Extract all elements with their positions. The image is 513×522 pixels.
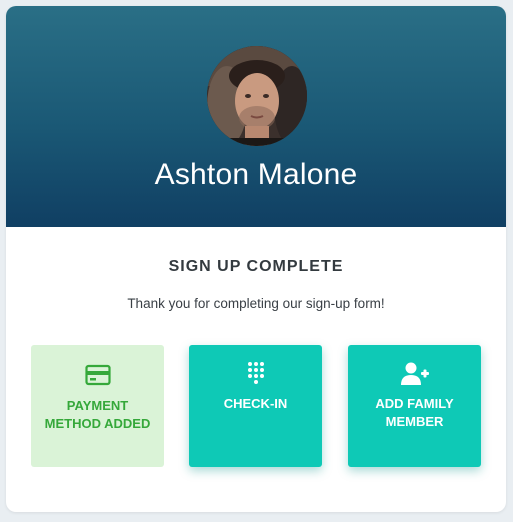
payment-method-tile[interactable]: PAYMENT METHOD ADDED [31, 345, 164, 467]
check-in-label: CHECK-IN [223, 396, 288, 411]
check-in-button[interactable]: CHECK-IN [189, 345, 322, 467]
payment-method-label: PAYMENT METHOD ADDED [44, 398, 151, 431]
avatar [207, 46, 307, 146]
profile-header: Ashton Malone [6, 6, 506, 227]
credit-card-icon [31, 363, 164, 389]
add-family-member-button[interactable]: ADD FAMILY MEMBER [348, 345, 481, 467]
signup-card: Ashton Malone SIGN UP COMPLETE Thank you… [6, 6, 506, 512]
status-message: Thank you for completing our sign-up for… [127, 296, 385, 311]
add-family-member-label: ADD FAMILY MEMBER [375, 396, 454, 429]
keypad-icon [189, 361, 322, 387]
add-user-icon [348, 361, 481, 387]
profile-name: Ashton Malone [154, 158, 358, 191]
status-title: SIGN UP COMPLETE [168, 258, 344, 275]
